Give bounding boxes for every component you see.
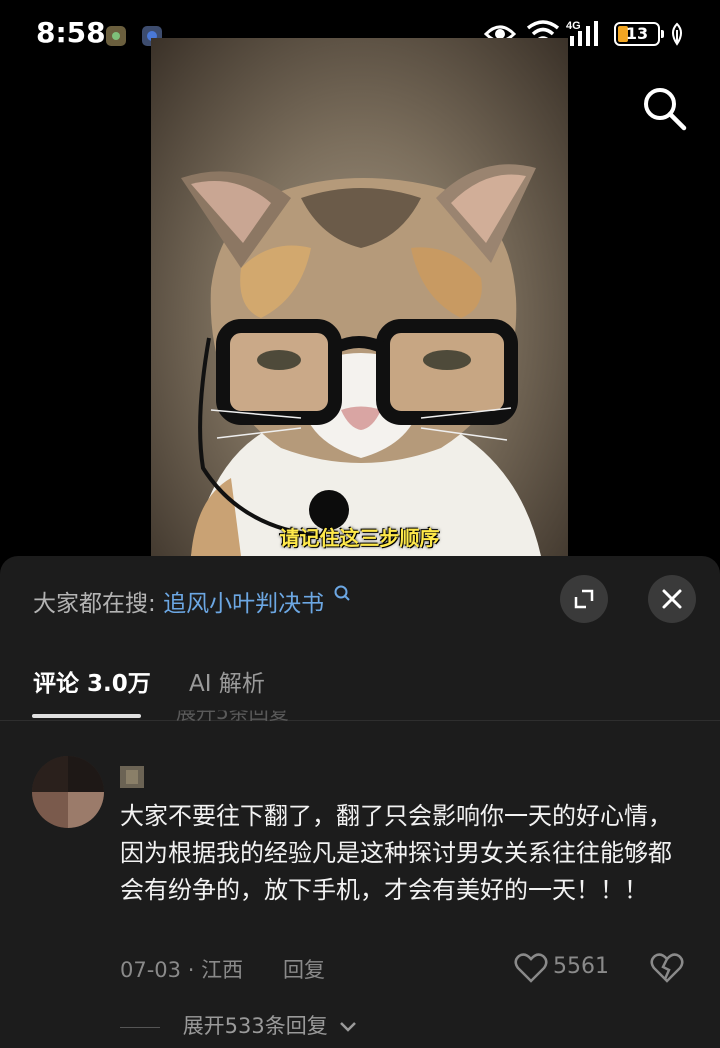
username-blurred[interactable] <box>120 766 144 788</box>
comment-meta: 07-03 · 江西 <box>120 958 244 982</box>
active-tab-indicator <box>32 714 141 718</box>
expand-replies-button[interactable]: 展开533条回复 <box>120 1010 358 1040</box>
power-saving-leaf-icon <box>672 22 682 46</box>
hot-search-keyword[interactable]: 追风小叶判决书 <box>163 591 324 617</box>
broken-heart-icon[interactable] <box>650 952 684 984</box>
video-player[interactable]: 请记住这三步顺序 <box>151 38 568 556</box>
heart-icon[interactable] <box>514 952 548 984</box>
battery-level: 13 <box>625 24 649 43</box>
svg-text:4G: 4G <box>566 20 581 32</box>
comment-location: 江西 <box>201 958 244 982</box>
small-search-icon <box>334 585 351 601</box>
comment-date: 07-03 <box>120 958 182 982</box>
cat-with-glasses-image <box>181 164 541 556</box>
hot-search-prefix: 大家都在搜: <box>33 591 156 617</box>
tab-ai-analysis[interactable]: AI 解析 <box>189 664 265 698</box>
close-icon <box>662 589 682 609</box>
close-panel-button[interactable] <box>648 575 696 623</box>
expand-icon <box>574 589 594 609</box>
chevron-down-icon <box>340 1022 357 1032</box>
tab-comments[interactable]: 评论 3.0万 <box>33 664 151 698</box>
reply-button[interactable]: 回复 <box>283 954 325 984</box>
status-time: 8:58 <box>36 16 106 49</box>
hot-search-bar[interactable]: 大家都在搜: 追风小叶判决书 <box>33 584 351 618</box>
app-notification-icon <box>106 26 126 46</box>
comment-panel: 大家都在搜: 追风小叶判决书 评论 3.0万 AI 解析 展开5条回复 大家不要… <box>0 556 720 1048</box>
divider-line <box>120 1026 160 1028</box>
avatar[interactable] <box>32 756 104 828</box>
comment-text: 大家不要往下翻了，翻了只会影响你一天的好心情，因为根据我的经验凡是这种探讨男女关… <box>120 802 672 904</box>
battery-icon: 13 <box>614 22 664 46</box>
video-subtitle: 请记住这三步顺序 <box>279 526 440 550</box>
expand-replies-label: 展开533条回复 <box>182 1014 328 1038</box>
expand-panel-button[interactable] <box>560 575 608 623</box>
cellular-signal-icon: 4G <box>566 20 598 46</box>
comment-tabs: 评论 3.0万 AI 解析 <box>0 652 720 721</box>
search-icon[interactable] <box>640 84 688 132</box>
like-count: 5561 <box>553 954 609 979</box>
